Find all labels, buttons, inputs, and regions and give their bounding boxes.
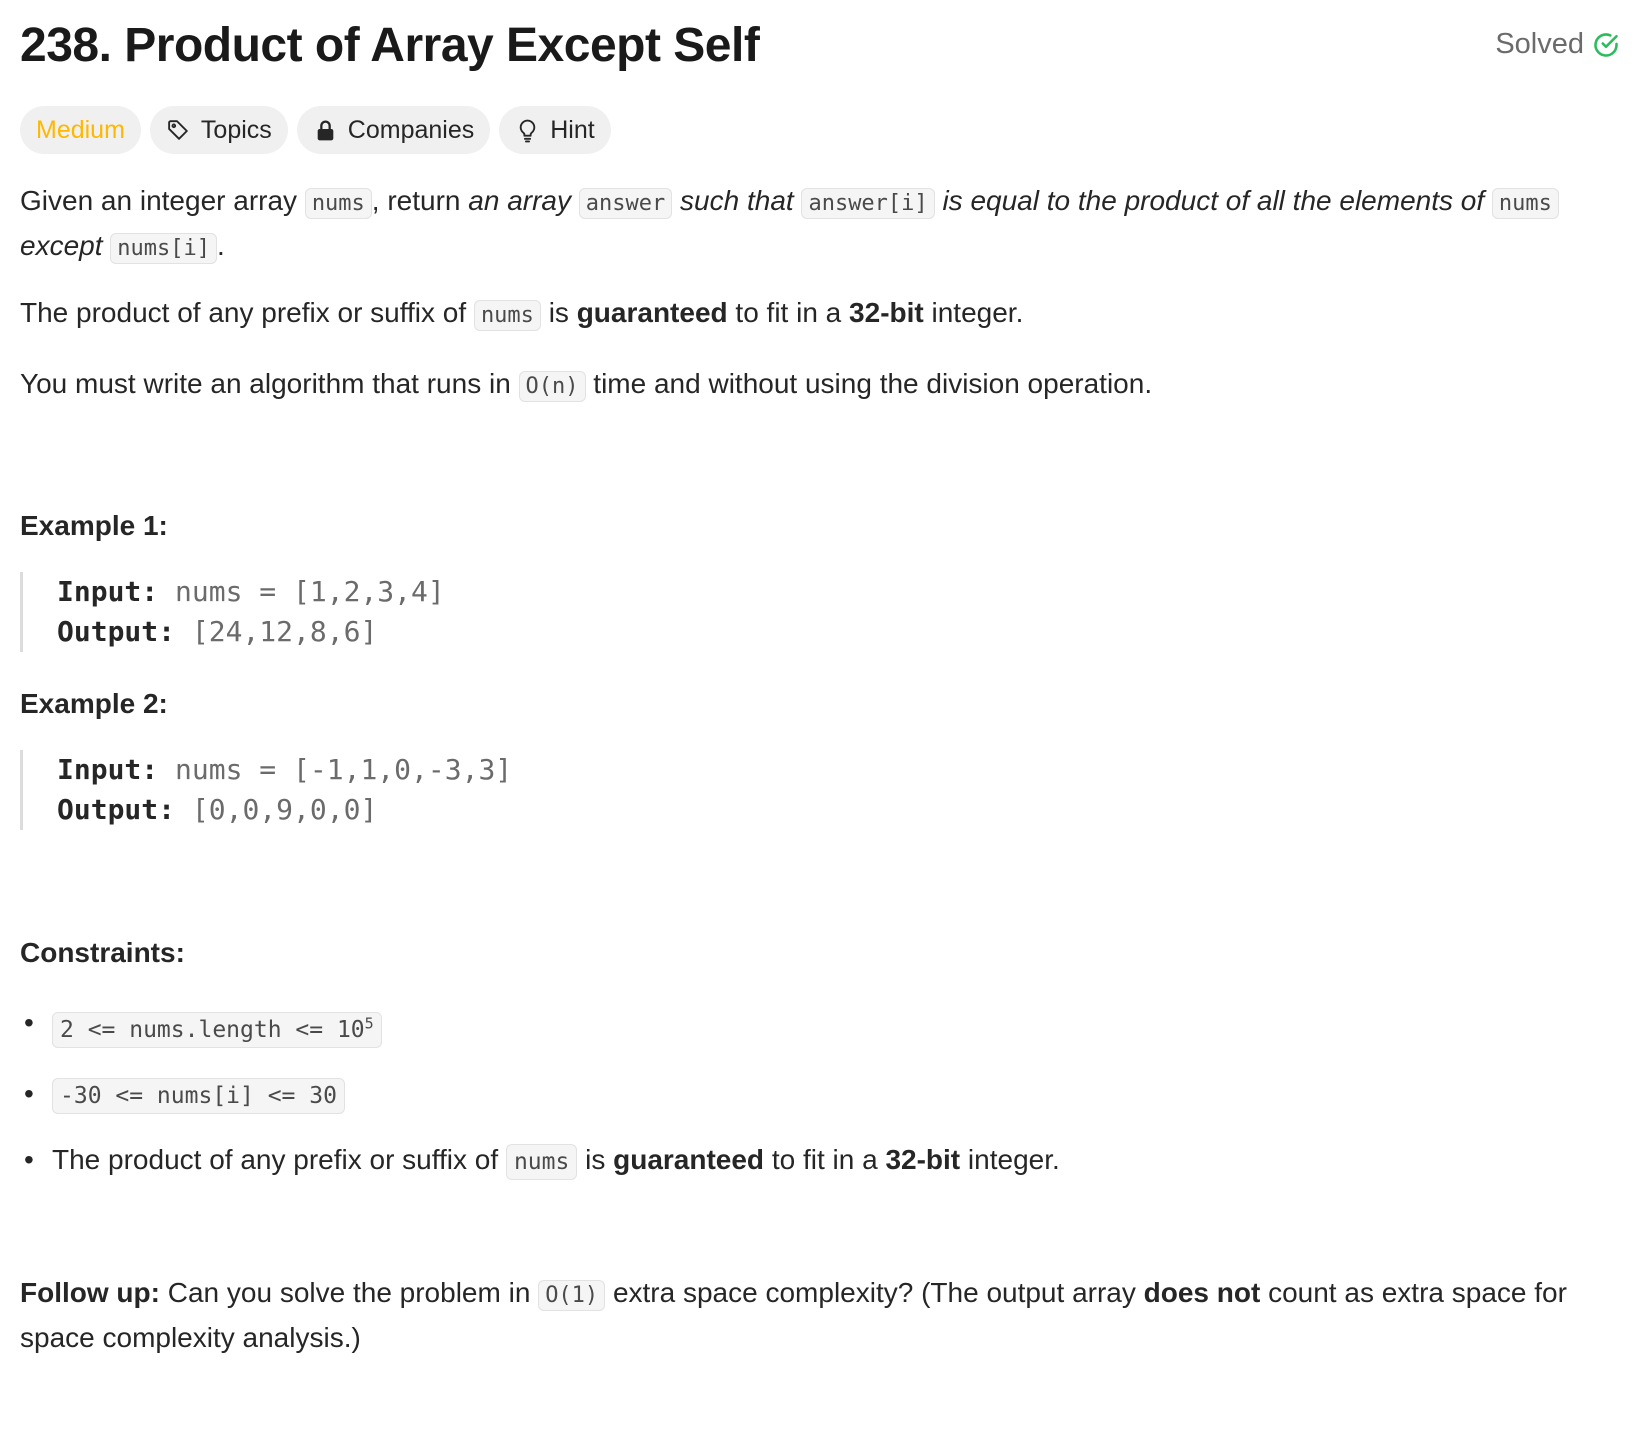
inline-code: 2 <= nums.length <= 105 [52, 1011, 382, 1048]
check-circle-icon [1594, 32, 1618, 57]
description-paragraph-2: The product of any prefix or suffix of n… [20, 292, 1580, 337]
problem-header: 238. Product of Array Except Self Solved [20, 10, 1620, 80]
input-value: nums = [1,2,3,4] [175, 575, 445, 608]
description-paragraph-3: You must write an algorithm that runs in… [20, 363, 1580, 408]
input-label: Input: [57, 753, 159, 786]
topics-label: Topics [200, 115, 272, 144]
example-1-block: Input: nums = [1,2,3,4] Output: [24,12,8… [20, 572, 445, 652]
list-item: 2 <= nums.length <= 105 [20, 1002, 1580, 1051]
list-item: -30 <= nums[i] <= 30 [20, 1073, 1580, 1117]
inline-code: nums[i] [110, 233, 217, 264]
example-2-block: Input: nums = [-1,1,0,-3,3] Output: [0,0… [20, 750, 512, 830]
lightbulb-icon [520, 119, 536, 142]
example-1: Example 1: [20, 505, 168, 547]
output-label: Output: [57, 615, 176, 648]
companies-button[interactable]: Companies [296, 106, 491, 154]
inline-code: O(n) [518, 371, 586, 402]
description-paragraph-1: Given an integer array nums, return an a… [20, 180, 1580, 270]
inline-code: nums [304, 188, 372, 219]
inline-code: answer[i] [801, 188, 935, 219]
hint-label: Hint [550, 115, 595, 144]
output-value: [24,12,8,6] [191, 615, 378, 648]
tag-icon [168, 119, 188, 140]
inline-code: answer [578, 188, 673, 219]
example-2: Example 2: [20, 683, 168, 725]
constraints-list: 2 <= nums.length <= 105 -30 <= nums[i] <… [20, 1002, 1580, 1183]
input-value: nums = [-1,1,0,-3,3] [175, 753, 513, 786]
follow-up-label: Follow up: [20, 1277, 160, 1308]
companies-label: Companies [347, 115, 475, 144]
difficulty-badge[interactable]: Medium [20, 106, 141, 154]
problem-title: 238. Product of Array Except Self [20, 19, 760, 72]
follow-up-paragraph: Follow up: Can you solve the problem in … [20, 1277, 1567, 1353]
inline-code: nums [1491, 188, 1559, 219]
lock-icon [317, 120, 334, 140]
tag-bar: Medium Topics Companies Hint [20, 106, 611, 154]
example-heading: Example 2: [20, 688, 168, 719]
solved-label: Solved [1495, 28, 1584, 60]
list-item: The product of any prefix or suffix of n… [20, 1139, 1580, 1183]
inline-code: O(1) [538, 1280, 606, 1311]
hint-button[interactable]: Hint [499, 106, 611, 154]
solved-status: Solved [1495, 28, 1620, 61]
constraints-section: Constraints: [20, 932, 185, 974]
inline-code: nums [473, 300, 541, 331]
input-label: Input: [57, 575, 159, 608]
difficulty-label: Medium [36, 115, 125, 144]
inline-code: -30 <= nums[i] <= 30 [52, 1077, 345, 1114]
example-heading: Example 1: [20, 510, 168, 541]
inline-code: nums [505, 1143, 578, 1180]
constraints-heading: Constraints: [20, 937, 185, 968]
output-value: [0,0,9,0,0] [191, 793, 378, 826]
topics-button[interactable]: Topics [149, 106, 288, 154]
output-label: Output: [57, 793, 176, 826]
